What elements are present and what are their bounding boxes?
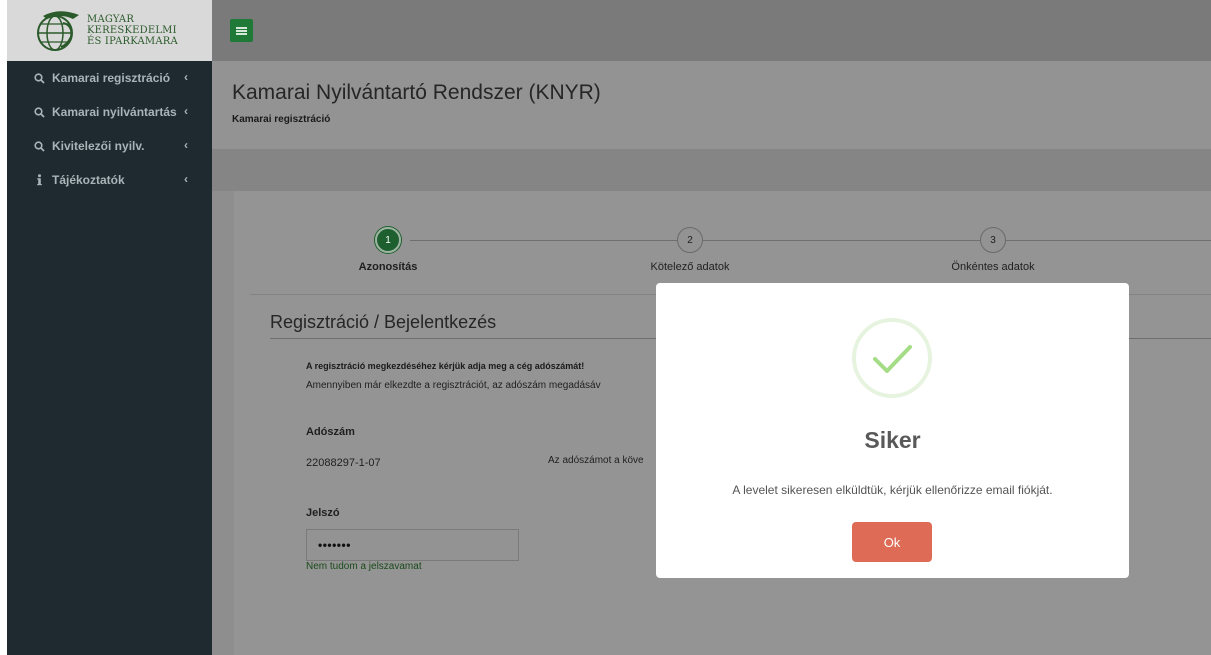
intro-text: Amennyiben már elkezdte a regisztrációt,… [306, 380, 601, 391]
success-check-icon [852, 318, 932, 398]
search-icon [32, 72, 46, 84]
sidebar-item-kamarai-nyilvantartas[interactable]: Kamarai nyilvántartás ‹ [7, 95, 212, 129]
hamburger-icon [236, 26, 247, 35]
page-header: Kamarai Nyilvántartó Rendszer (KNYR) Kam… [212, 61, 1211, 149]
sidebar: MAGYAR KERESKEDELMI ÉS IPARKAMARA Kamara… [0, 0, 212, 655]
step-3-indicator[interactable]: 3 [980, 227, 1006, 253]
chevron-left-icon: ‹ [184, 138, 188, 152]
password-field[interactable]: ••••••• [306, 529, 519, 561]
chevron-left-icon: ‹ [184, 104, 188, 118]
success-dialog: Siker A levelet sikeresen elküldtük, kér… [656, 283, 1129, 578]
step-3-label: Önkéntes adatok [951, 261, 1035, 273]
search-icon [32, 106, 46, 118]
section-title: Regisztráció / Bejelentkezés [270, 312, 497, 332]
breadcrumb[interactable]: Kamarai regisztráció [232, 114, 330, 125]
sidebar-item-label: Kamarai regisztráció [52, 71, 171, 85]
page-title: Kamarai Nyilvántartó Rendszer (KNYR) [232, 81, 601, 104]
logo-line-1: MAGYAR [87, 14, 135, 25]
step-2-label: Kötelező adatok [650, 261, 730, 273]
step-2-indicator[interactable]: 2 [677, 227, 703, 253]
dialog-title: Siker [864, 427, 921, 453]
sidebar-nav: Kamarai regisztráció ‹ Kamarai nyilvánta… [7, 61, 212, 197]
ok-button[interactable]: Ok [852, 522, 932, 562]
password-label: Jelszó [306, 507, 340, 519]
logo-line-3: ÉS IPARKAMARA [87, 36, 178, 47]
step-1-indicator[interactable]: 1 [375, 227, 401, 253]
search-icon [32, 140, 46, 152]
sidebar-item-label: Tájékoztatók [52, 173, 125, 187]
chevron-left-icon: ‹ [184, 70, 188, 84]
tax-number-value: 22088297-1-07 [306, 457, 381, 469]
top-bar [212, 0, 1211, 61]
content-band [212, 149, 1211, 191]
forgot-password-link[interactable]: Nem tudom a jelszavamat [306, 561, 422, 572]
tax-number-hint: Az adószámot a köve [548, 455, 644, 466]
logo[interactable]: MAGYAR KERESKEDELMI ÉS IPARKAMARA [7, 0, 212, 61]
globe-logo-icon [37, 10, 79, 51]
app-window: MAGYAR KERESKEDELMI ÉS IPARKAMARA Kamara… [0, 0, 1211, 655]
steps-line [410, 240, 1211, 241]
logo-text: MAGYAR KERESKEDELMI ÉS IPARKAMARA [87, 14, 178, 47]
dialog-message: A levelet sikeresen elküldtük, kérjük el… [732, 483, 1053, 497]
sidebar-item-label: Kamarai nyilvántartás [52, 105, 177, 119]
sidebar-item-label: Kivitelezői nyilv. [52, 139, 145, 153]
sidebar-item-kivitelezoi-nyilv[interactable]: Kivitelezői nyilv. ‹ [7, 129, 212, 163]
logo-line-2: KERESKEDELMI [87, 25, 177, 36]
menu-toggle-button[interactable] [230, 19, 253, 42]
step-1-label: Azonosítás [358, 261, 418, 273]
sidebar-edge [0, 0, 7, 655]
chevron-left-icon: ‹ [184, 172, 188, 186]
info-icon [32, 174, 46, 186]
sidebar-item-kamarai-regisztracio[interactable]: Kamarai regisztráció ‹ [7, 61, 212, 95]
tax-number-label: Adószám [306, 426, 355, 438]
sidebar-item-tajekoztatok[interactable]: Tájékoztatók ‹ [7, 163, 212, 197]
intro-instruction: A regisztráció megkezdéséhez kérjük adja… [306, 361, 585, 371]
